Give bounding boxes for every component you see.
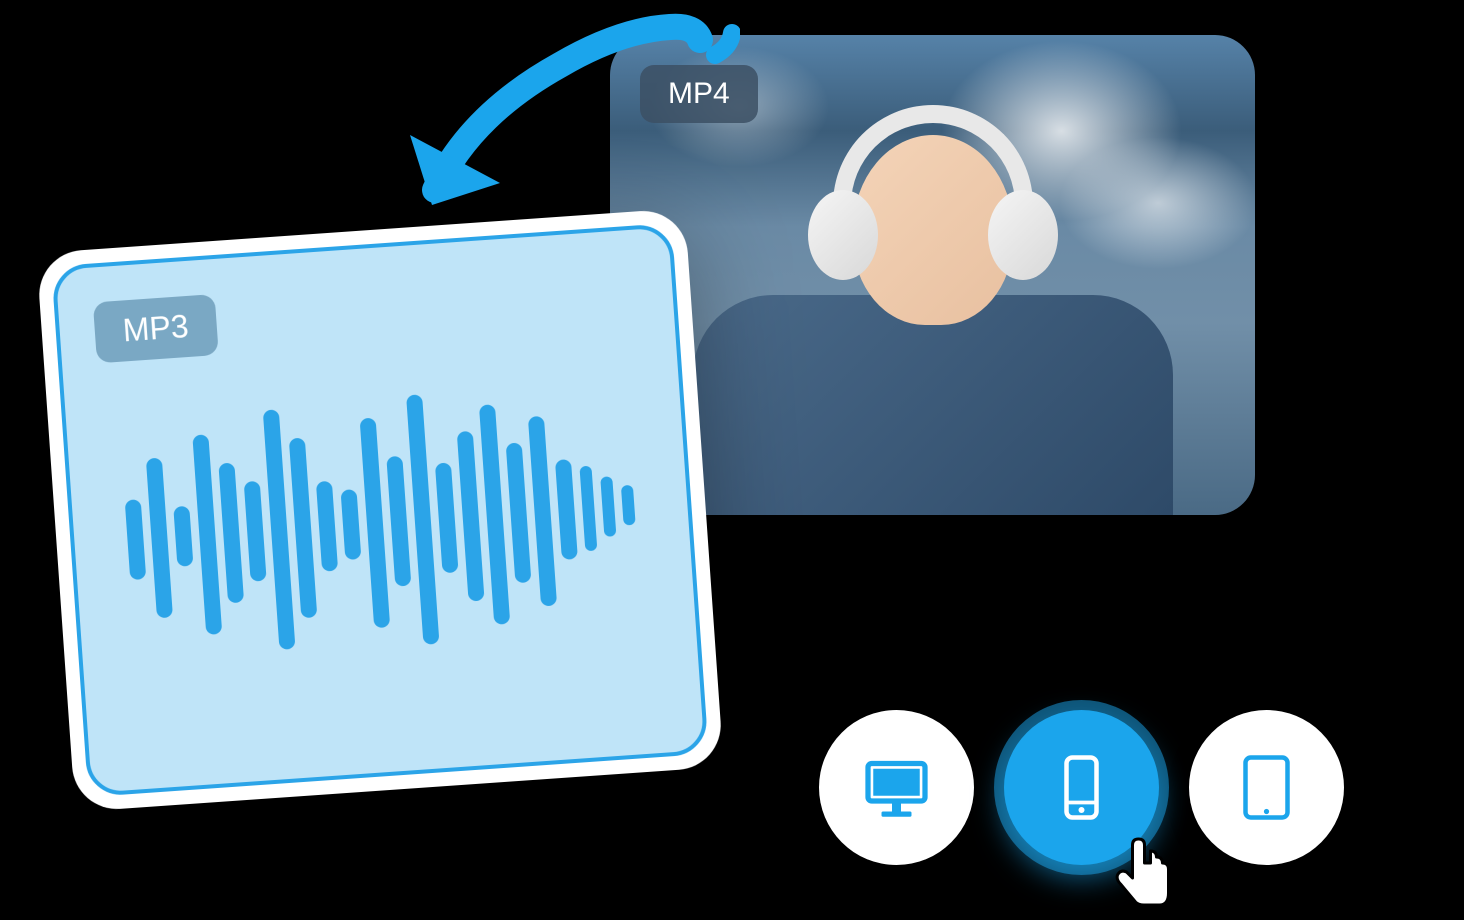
phone-icon [1044, 750, 1119, 825]
phone-device-button[interactable] [1004, 710, 1159, 865]
waveform-bar [435, 462, 459, 573]
waveform-bar [316, 481, 338, 572]
waveform-bar [360, 418, 391, 629]
waveform-bar [341, 489, 362, 560]
waveform-bar [289, 438, 318, 619]
waveform-bar [600, 476, 616, 537]
headphones-icon [813, 105, 1053, 285]
waveform-bar [406, 394, 439, 645]
device-selector [819, 710, 1344, 865]
waveform-bar [386, 456, 411, 587]
desktop-icon [859, 750, 934, 825]
waveform-bar [528, 416, 557, 607]
waveform-bar [192, 434, 222, 635]
person-illustration [673, 75, 1193, 515]
conversion-arrow-icon [360, 5, 740, 265]
format-badge-mp3: MP3 [93, 294, 219, 363]
waveform-bar [555, 459, 578, 560]
waveform-bar [146, 458, 173, 619]
desktop-device-button[interactable] [819, 710, 974, 865]
cursor-pointer-icon [1107, 833, 1151, 883]
waveform-bar [621, 485, 636, 526]
audio-target-card: MP3 [36, 208, 723, 812]
waveform-bar [173, 506, 193, 567]
tablet-device-button[interactable] [1189, 710, 1344, 865]
waveform-bar [579, 465, 597, 551]
waveform-bar [125, 499, 147, 580]
waveform-bar [506, 442, 532, 583]
waveform-bar [457, 431, 485, 602]
waveform-bar [218, 463, 244, 604]
waveform-icon [119, 380, 643, 665]
person-jacket [693, 295, 1173, 515]
waveform-bar [244, 481, 267, 582]
tablet-icon [1229, 750, 1304, 825]
